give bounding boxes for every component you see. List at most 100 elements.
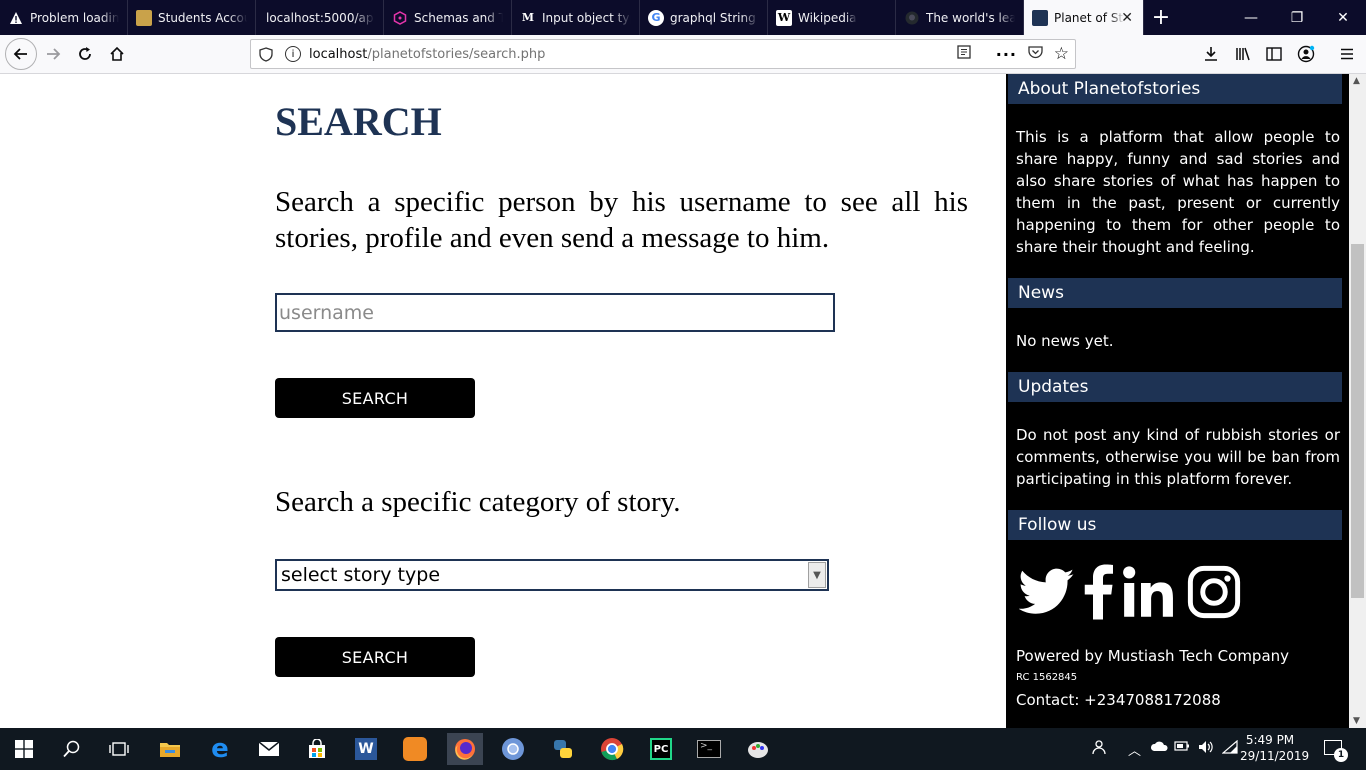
url-host: localhost [309,46,368,62]
shield-icon[interactable] [259,46,275,62]
file-explorer-icon[interactable] [154,733,186,765]
tab-schemas-types[interactable]: Schemas and Types [384,0,512,35]
edge-icon[interactable]: e [204,733,236,765]
search-icon[interactable] [56,733,88,765]
github-icon [904,10,920,26]
minimize-button[interactable]: — [1228,0,1274,35]
firefox-icon[interactable] [447,733,483,765]
python-icon[interactable] [547,733,579,765]
url-path: /planetofstories/search.php [367,46,546,62]
tab-input-object-types[interactable]: M Input object types [512,0,640,35]
maximize-button[interactable]: ❐ [1274,0,1320,35]
windows-start-icon[interactable] [8,733,40,765]
tab-label: Wikipedia [798,10,857,25]
info-icon[interactable]: i [285,46,301,62]
scrollbar-thumb[interactable] [1351,244,1364,598]
tab-label: Problem loading page [30,10,119,25]
updates-heading: Updates [1008,372,1342,402]
google-icon: G [648,9,664,26]
main-content [0,74,1006,728]
library-icon[interactable] [1228,39,1258,69]
onedrive-icon[interactable] [1150,740,1168,756]
scroll-up-arrow[interactable]: ▲ [1353,76,1360,86]
username-search-input[interactable] [275,293,835,332]
reader-view-icon[interactable] [957,45,971,63]
updates-text: Do not post any kind of rubbish stories … [1016,426,1340,488]
site-icon [1032,9,1048,26]
tab-label: The world's leading [926,10,1015,25]
chevron-down-icon[interactable]: ▼ [808,562,826,588]
chevron-up-icon[interactable]: ︿ [1128,740,1141,759]
tab-problem-loading[interactable]: Problem loading page [0,0,128,35]
downloads-icon[interactable] [1196,39,1226,69]
close-window-button[interactable]: ✕ [1320,0,1366,35]
twitter-icon[interactable] [1018,564,1076,620]
instagram-icon[interactable] [1186,564,1242,620]
sidebar-toggle-icon[interactable] [1259,39,1289,69]
tab-wikipedia[interactable]: W Wikipedia [768,0,896,35]
medium-icon: M [521,11,535,24]
linkedin-icon[interactable] [1122,564,1178,620]
chromium-icon[interactable] [497,733,529,765]
reload-button[interactable] [70,39,100,69]
story-type-selected-value: select story type [281,564,441,586]
terminal-icon[interactable]: >_ [693,733,725,765]
clock-time: 5:49 PM [1245,733,1295,747]
tab-label: Planet of Stories [1054,10,1124,25]
url-bar[interactable]: i localhost/planetofstories/search.php ·… [250,39,1076,69]
sidebar: About Planetofstories This is a platform… [1006,74,1349,728]
close-tab-icon[interactable]: ✕ [1121,10,1133,26]
clock[interactable]: 5:49 PM 29/11/2019 [1240,732,1309,764]
chrome-icon[interactable] [596,733,628,765]
tab-label: Students Account [158,10,247,25]
menu-icon[interactable] [1332,39,1362,69]
wifi-icon[interactable] [1221,739,1238,758]
back-button[interactable] [5,38,37,70]
tab-localhost-api[interactable]: localhost:5000/api/g [256,0,384,35]
tab-students-account[interactable]: Students Account [128,0,256,35]
task-view-icon[interactable] [103,733,135,765]
rc-number: RC 1562845 [1016,672,1078,683]
story-type-select[interactable]: select story type ▼ [275,559,829,591]
tab-graphql-string[interactable]: G graphql String conve [640,0,768,35]
site-icon [136,9,152,26]
page-actions-icon[interactable]: ··· [996,45,1017,64]
windows-taskbar: e W PC >_ ︿ 5:49 PM 29/11/2019 1 [0,728,1366,770]
battery-icon[interactable] [1174,740,1190,756]
facebook-icon[interactable] [1082,564,1114,620]
notification-center[interactable]: 1 [1318,738,1348,762]
powered-by-text: Powered by Mustiash Tech Company [1016,647,1290,665]
forward-button[interactable] [38,39,68,69]
browser-tab-bar: Problem loading page Students Account lo… [0,0,1366,35]
navigation-toolbar: i localhost/planetofstories/search.php ·… [0,35,1366,74]
pycharm-icon[interactable]: PC [645,733,677,765]
graphql-icon [392,10,408,26]
follow-heading: Follow us [1008,510,1342,540]
about-text: This is a platform that allow people to … [1016,128,1340,256]
tab-label: localhost:5000/api/g [266,10,375,25]
uc-browser-icon[interactable] [399,733,431,765]
mail-icon[interactable] [253,733,285,765]
scroll-down-arrow[interactable]: ▼ [1353,716,1360,726]
tab-label: graphql String conve [670,10,759,25]
bookmark-star-icon[interactable]: ☆ [1054,44,1069,64]
tab-label: Input object types [542,10,631,25]
word-icon[interactable]: W [350,733,382,765]
paint-icon[interactable] [742,733,774,765]
new-tab-button[interactable]: + [1144,0,1178,35]
pocket-icon[interactable] [1028,45,1043,63]
tab-github[interactable]: The world's leading [896,0,1024,35]
search-user-button[interactable]: SEARCH [275,378,475,418]
store-icon[interactable] [301,733,333,765]
news-text: No news yet. [1016,332,1114,350]
home-button[interactable] [102,39,132,69]
volume-icon[interactable] [1198,740,1214,758]
wikipedia-icon: W [776,9,792,26]
page-scrollbar[interactable]: ▲ ▼ [1349,74,1366,728]
account-icon[interactable] [1291,39,1321,69]
search-category-button[interactable]: SEARCH [275,637,475,677]
people-icon[interactable] [1090,739,1106,759]
news-heading: News [1008,278,1342,308]
warning-icon [8,10,24,26]
tab-planet-of-stories[interactable]: Planet of Stories ✕ [1024,0,1144,35]
